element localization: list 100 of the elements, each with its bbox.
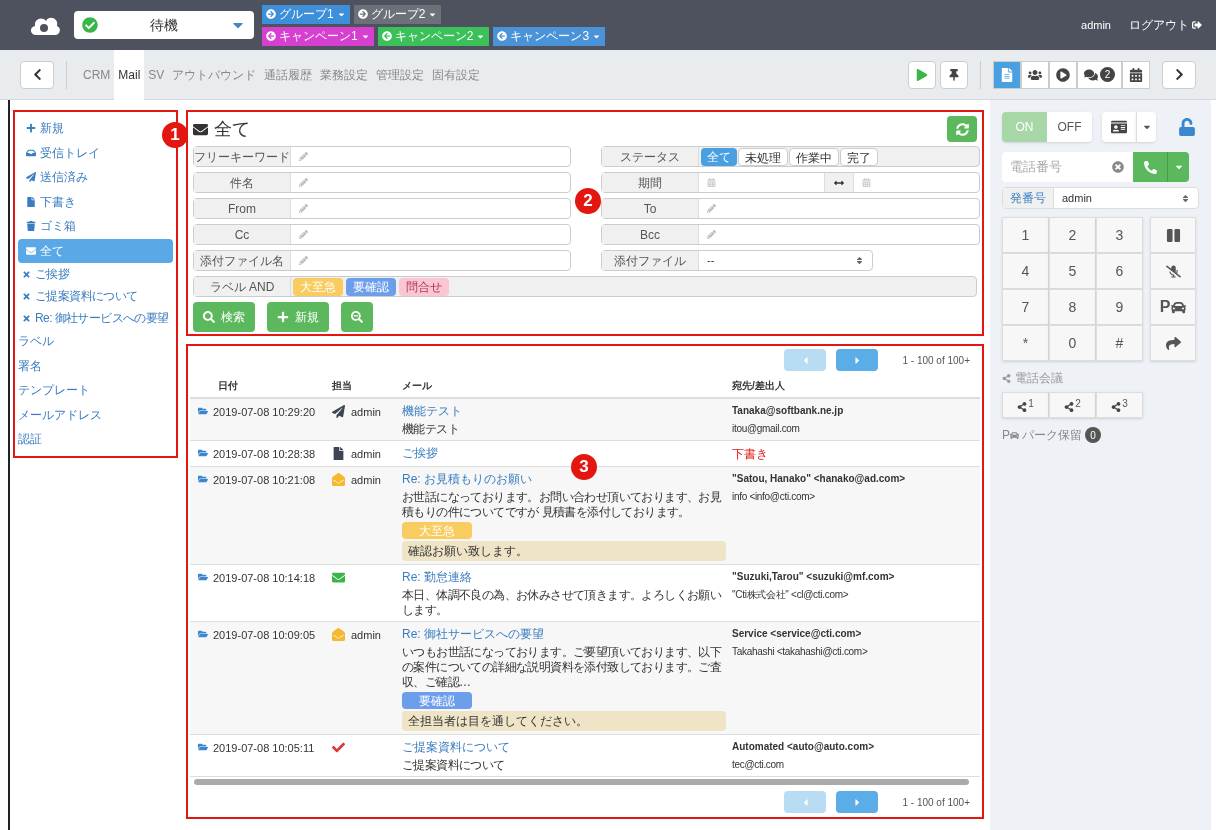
view-button[interactable]: 2 [1077,60,1122,89]
section-title: 全て [214,117,250,141]
group-tag[interactable]: グループ1 [262,4,350,24]
sender: info <info@cti.com> [732,490,816,504]
nav-tab[interactable]: CRM [79,49,115,100]
sidebar-item[interactable]: 受信トレイ [18,140,104,165]
nav-tab[interactable]: 固有設定 [428,49,485,100]
next-page-button[interactable] [836,349,879,371]
dial-key[interactable]: 6 [1096,253,1143,289]
share-icon [1017,402,1028,412]
dial-key[interactable]: # [1096,325,1143,361]
dial-key[interactable]: 0 [1049,325,1096,361]
arrow-icon [497,31,508,41]
pin-button[interactable] [940,60,968,89]
dial-key[interactable]: 1 [1002,217,1049,253]
dial-key[interactable]: 7 [1002,289,1049,325]
recipient: Tanaka@softbank.ne.jp [732,404,845,418]
call-button[interactable] [1133,152,1167,182]
assignee: admin [351,405,381,420]
sidebar-item[interactable]: ラベル [18,329,58,354]
assignee: admin [351,628,381,643]
folder-icon[interactable] [198,629,208,639]
mail-subject-link[interactable]: ご提案資料について [402,738,510,756]
sidebar-subitem[interactable]: ご挨拶 [18,263,71,285]
status-option[interactable]: 完了 [840,147,878,166]
status-option[interactable]: 全て [701,147,737,166]
nav-tab[interactable]: アウトバウンド [168,49,261,100]
nav-tab[interactable]: 業務設定 [316,49,373,100]
label-tag[interactable]: 要確認 [346,277,396,296]
folder-icon[interactable] [198,406,208,416]
mail-date: 2019-07-08 10:21:08 [213,473,316,488]
sender: tec@cti.com [732,758,785,772]
view-button[interactable] [1021,60,1049,89]
dial-key[interactable]: 2 [1049,217,1096,253]
sidebar-item[interactable]: 認証 [18,427,46,452]
unlock-icon[interactable] [1178,118,1196,136]
off-toggle[interactable]: OFF [1047,112,1092,142]
folder-icon[interactable] [198,448,208,458]
folder-icon[interactable] [198,742,208,752]
mail-subject-link[interactable]: Re: 御社サービスへの要望 [402,625,544,643]
campaign-tag[interactable]: キャンペーン1 [262,26,374,46]
conference-button[interactable]: 2 [1049,392,1096,418]
calendar-icon [1129,67,1143,82]
horizontal-scrollbar[interactable] [194,779,969,785]
campaign-tag[interactable]: キャンペーン3 [493,26,606,46]
status-option[interactable]: 未処理 [738,147,788,166]
sidebar-item[interactable]: ゴミ箱 [18,214,80,239]
folder-icon[interactable] [198,572,208,582]
next-page-button[interactable] [836,791,879,813]
dial-key[interactable]: 9 [1096,289,1143,325]
label-tag[interactable]: 問合せ [399,277,449,296]
mail-subject-link[interactable]: Re: お見積もりのお願い [402,470,532,488]
logout-link[interactable]: ログアウト [1129,16,1202,34]
sidebar-subitem[interactable]: ご提案資料について [18,285,139,307]
forward-button[interactable] [1150,325,1196,361]
sidebar-item[interactable]: 署名 [18,353,46,378]
status-select[interactable]: 待機 [74,11,254,39]
dial-key[interactable]: 4 [1002,253,1049,289]
contact-card-button[interactable] [1102,112,1136,142]
dial-key[interactable]: 8 [1049,289,1096,325]
view-button[interactable] [1049,60,1077,89]
arrow-icon [381,31,392,41]
mail-subject-link[interactable]: ご挨拶 [402,444,438,462]
pause-button[interactable] [1150,217,1196,253]
dial-key[interactable]: 5 [1049,253,1096,289]
nav-tab[interactable]: 管理設定 [372,49,429,100]
mute-button[interactable] [1150,253,1196,289]
sidebar-item[interactable]: テンプレート [18,378,94,403]
search-button[interactable]: 検索 [193,302,255,332]
phone-number-field[interactable]: 電話番号 [1002,152,1102,182]
mail-subject-link[interactable]: 機能テスト [402,402,462,420]
zoom-out-button[interactable] [341,302,373,332]
sidebar-item[interactable]: 新規 [18,116,68,141]
mail-subject-link[interactable]: Re: 勤怠連絡 [402,568,472,586]
sidebar-item[interactable]: 下書き [18,189,80,214]
nav-tab[interactable]: 通話履歴 [260,49,317,100]
dial-key[interactable]: * [1002,325,1049,361]
view-button[interactable] [1122,60,1150,89]
back-button[interactable] [20,60,54,89]
dial-key[interactable]: 3 [1096,217,1143,253]
new-button[interactable]: 新規 [267,302,329,332]
nav-tab[interactable]: Mail [114,49,145,100]
refresh-button[interactable] [947,116,977,142]
sidebar-item[interactable]: 全て [18,238,173,263]
clear-icon[interactable] [1111,161,1124,173]
conference-label: 電話会議 [1015,370,1063,387]
sidebar-subitem[interactable]: Re: 御社サービスへの要望 [18,307,170,329]
park-button[interactable]: P [1150,289,1196,325]
conference-button[interactable]: 1 [1002,392,1049,418]
group-tag[interactable]: グループ2 [353,4,442,24]
status-option[interactable]: 作業中 [789,147,839,166]
sidebar-item[interactable]: 送信済み [18,165,92,190]
conference-button[interactable]: 3 [1096,392,1143,418]
arrow-icon [266,31,276,41]
nav-tab[interactable]: SV [144,49,169,100]
call-options-button[interactable] [1167,152,1189,182]
folder-icon[interactable] [198,474,208,484]
sidebar-item[interactable]: メールアドレス [18,402,106,427]
campaign-tag[interactable]: キャンペーン2 [377,26,490,46]
forward-button[interactable] [1162,60,1196,89]
